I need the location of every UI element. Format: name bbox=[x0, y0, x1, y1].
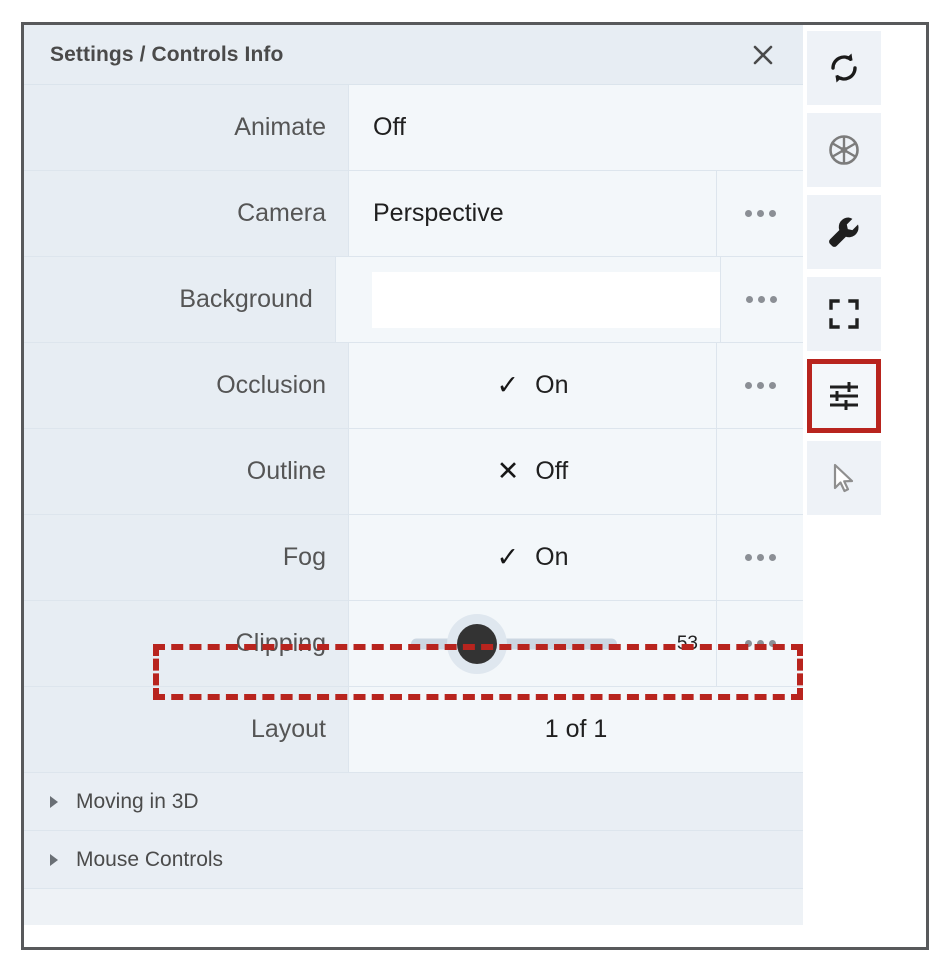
cursor-icon bbox=[827, 461, 861, 495]
row-overflow-menu[interactable] bbox=[716, 343, 803, 428]
row-value-text: On bbox=[535, 371, 569, 399]
row-value-text: On bbox=[535, 543, 569, 571]
reset-view-button[interactable] bbox=[807, 31, 881, 105]
row-value[interactable]: Perspective bbox=[348, 171, 716, 256]
row-label: Outline bbox=[24, 429, 348, 514]
row-value[interactable]: ✕ Off bbox=[348, 429, 716, 514]
section-moving-in-3d[interactable]: Moving in 3D bbox=[24, 773, 803, 831]
ellipsis-icon bbox=[744, 382, 776, 389]
row-label: Fog bbox=[24, 515, 348, 600]
slider-value: 53 bbox=[676, 632, 698, 654]
fullscreen-button[interactable] bbox=[807, 277, 881, 351]
row-value[interactable]: ✓ On bbox=[348, 343, 716, 428]
fullscreen-icon bbox=[827, 297, 861, 331]
triangle-right-icon bbox=[50, 853, 58, 866]
row-overflow-menu-placeholder bbox=[716, 429, 803, 514]
row-overflow-menu[interactable] bbox=[716, 601, 803, 686]
close-icon[interactable] bbox=[745, 37, 781, 73]
row-overflow-menu[interactable] bbox=[716, 515, 803, 600]
slider-knob[interactable] bbox=[447, 613, 507, 674]
settings-button[interactable] bbox=[807, 359, 881, 433]
select-tool-button[interactable] bbox=[807, 441, 881, 515]
section-label: Mouse Controls bbox=[76, 847, 224, 871]
ellipsis-icon bbox=[744, 640, 776, 647]
row-label: Layout bbox=[24, 687, 348, 772]
cross-icon: ✕ bbox=[496, 456, 520, 486]
ellipsis-icon bbox=[744, 210, 776, 217]
refresh-icon bbox=[824, 48, 864, 88]
check-icon: ✓ bbox=[496, 370, 520, 400]
settings-row-outline: Outline ✕ Off bbox=[24, 429, 803, 515]
ellipsis-icon bbox=[744, 554, 776, 561]
settings-row-clipping: Clipping 53 bbox=[24, 601, 803, 687]
settings-row-background: Background bbox=[24, 257, 803, 343]
aperture-icon bbox=[824, 130, 864, 170]
right-toolbar bbox=[807, 31, 891, 515]
slider-track[interactable] bbox=[411, 638, 617, 649]
panel-header: Settings / Controls Info bbox=[24, 25, 803, 85]
row-label: Occlusion bbox=[24, 343, 348, 428]
row-label: Animate bbox=[24, 85, 348, 170]
row-value[interactable]: Off bbox=[348, 85, 803, 170]
tools-button[interactable] bbox=[807, 195, 881, 269]
row-overflow-menu[interactable] bbox=[716, 171, 803, 256]
settings-row-animate: Animate Off bbox=[24, 85, 803, 171]
row-value[interactable]: 1 of 1 bbox=[348, 687, 803, 772]
row-value[interactable] bbox=[334, 257, 720, 342]
page-title: Settings / Controls Info bbox=[50, 43, 284, 66]
settings-row-occlusion: Occlusion ✓ On bbox=[24, 343, 803, 429]
settings-row-fog: Fog ✓ On bbox=[24, 515, 803, 601]
settings-row-camera: Camera Perspective bbox=[24, 171, 803, 257]
settings-panel: Settings / Controls Info Animate Off Cam… bbox=[24, 25, 803, 925]
screenshot-root: Settings / Controls Info Animate Off Cam… bbox=[0, 0, 952, 976]
section-label: Moving in 3D bbox=[76, 789, 199, 813]
background-color-swatch[interactable] bbox=[371, 271, 720, 328]
row-label: Camera bbox=[24, 171, 348, 256]
snapshot-button[interactable] bbox=[807, 113, 881, 187]
settings-row-layout: Layout 1 of 1 bbox=[24, 687, 803, 773]
row-value[interactable]: ✓ On bbox=[348, 515, 716, 600]
clipping-slider[interactable]: 53 bbox=[349, 601, 716, 686]
sliders-icon bbox=[827, 379, 861, 413]
app-window: Settings / Controls Info Animate Off Cam… bbox=[21, 22, 929, 950]
row-value[interactable]: 53 bbox=[348, 601, 716, 686]
triangle-right-icon bbox=[50, 795, 58, 808]
row-label: Background bbox=[24, 257, 335, 342]
row-value-text: Off bbox=[535, 457, 569, 485]
check-icon: ✓ bbox=[496, 542, 520, 572]
section-mouse-controls[interactable]: Mouse Controls bbox=[24, 831, 803, 889]
row-label: Clipping bbox=[24, 601, 348, 686]
wrench-icon bbox=[824, 212, 864, 252]
ellipsis-icon bbox=[746, 296, 778, 303]
row-overflow-menu[interactable] bbox=[719, 257, 803, 342]
